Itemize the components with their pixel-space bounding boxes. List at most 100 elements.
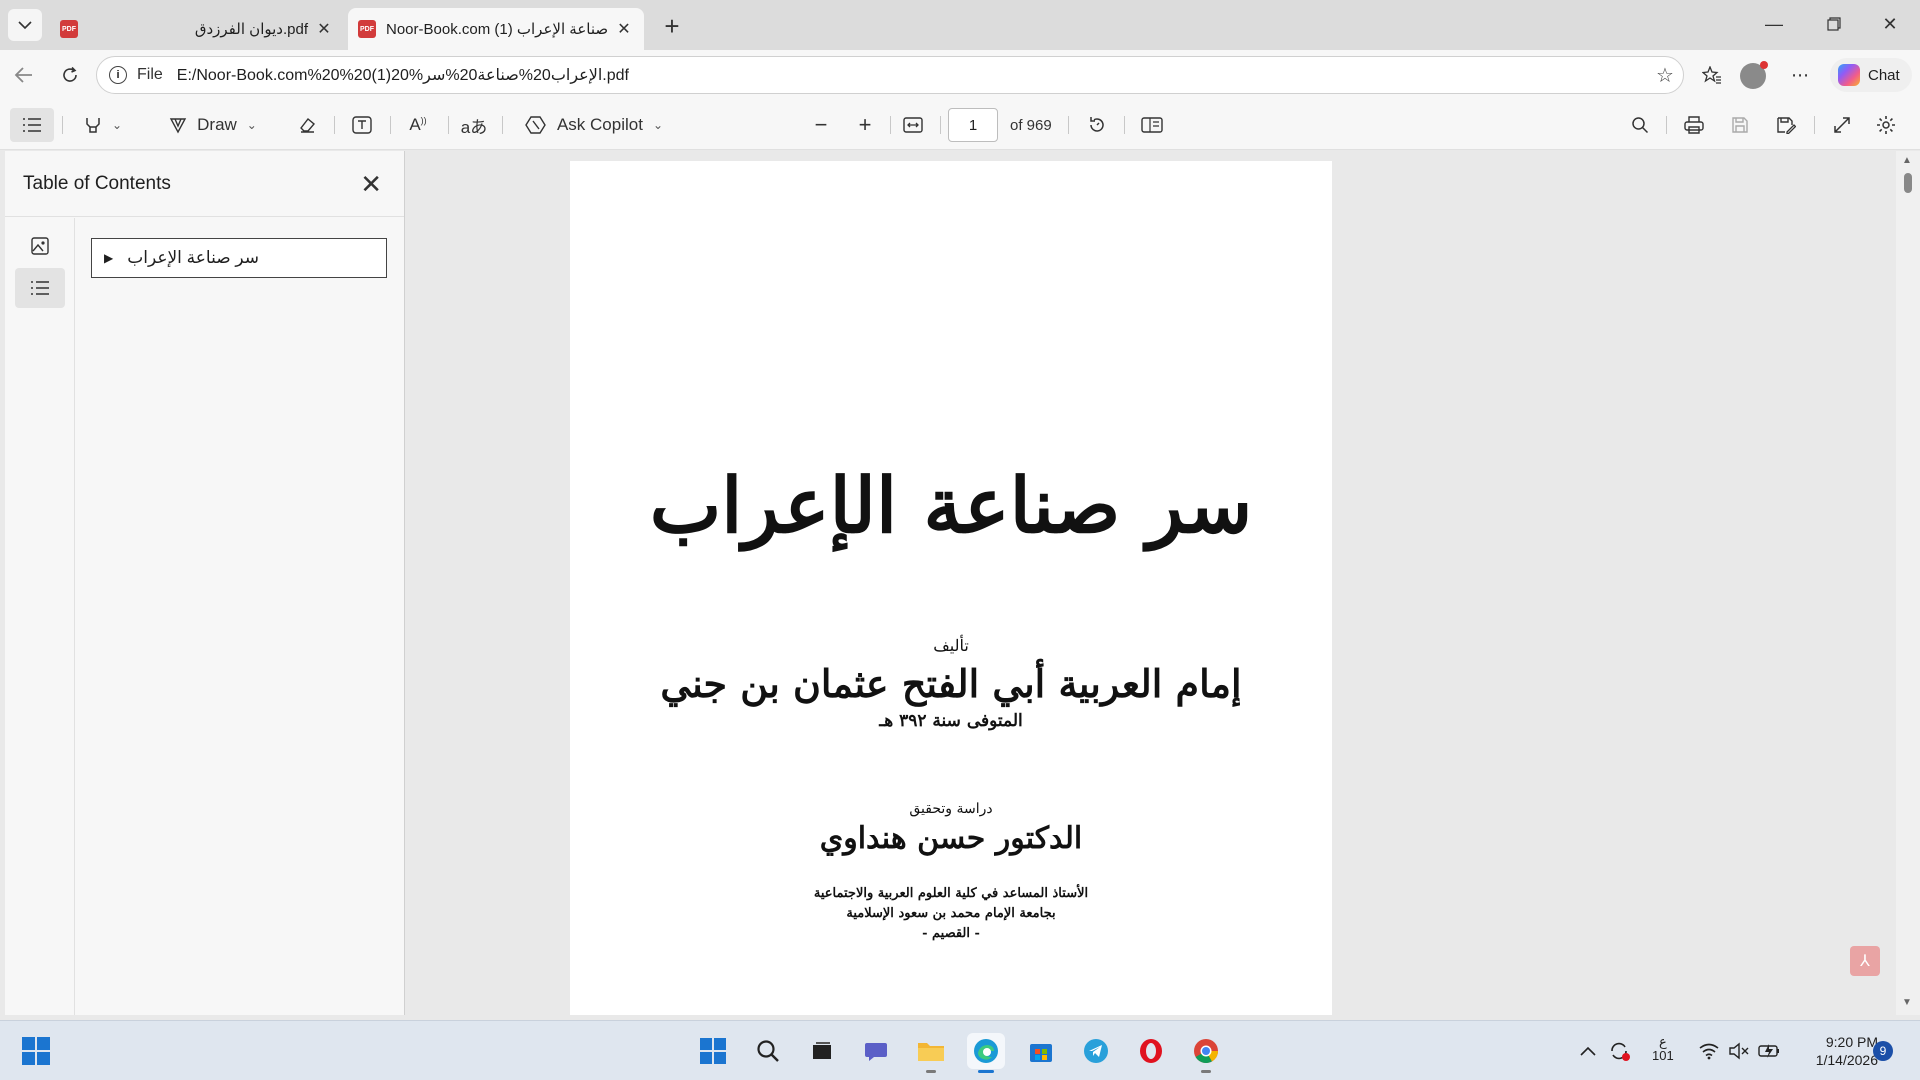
sync-status-icon[interactable]: [1608, 1033, 1632, 1069]
restore-button[interactable]: [1806, 6, 1862, 42]
translate-button[interactable]: aあ: [456, 108, 492, 142]
separator: [1068, 116, 1069, 134]
expand-icon: [1834, 117, 1850, 133]
affiliation-line-3: - القصيم -: [922, 926, 980, 941]
close-tab-icon[interactable]: ✕: [314, 19, 334, 39]
draw-button[interactable]: Draw ⌄: [156, 108, 270, 142]
minimize-button[interactable]: —: [1746, 6, 1802, 42]
file-explorer-icon[interactable]: [912, 1033, 950, 1073]
tab-title: Noor-Book.com (1) صناعة الإعراب: [386, 21, 609, 38]
adobe-acrobat-icon[interactable]: ⅄: [1850, 946, 1880, 976]
address-bar[interactable]: i File E:/Noor-Book.com%20%20(1)20%الإعر…: [96, 56, 1684, 94]
more-menu-button[interactable]: ⋯: [1782, 58, 1818, 92]
copilot-chat-button[interactable]: Chat: [1830, 58, 1912, 92]
temperature-label: 101: [1652, 1048, 1674, 1063]
highlight-button[interactable]: ⌄: [74, 108, 132, 142]
separator: [62, 116, 63, 134]
table-of-contents-button[interactable]: [10, 108, 54, 142]
toc-item[interactable]: ▶ سر صناعة الإعراب: [91, 238, 387, 278]
opera-browser-icon[interactable]: [1132, 1033, 1170, 1069]
separator: [390, 116, 391, 134]
separator: [334, 116, 335, 134]
toc-item-label: سر صناعة الإعراب: [127, 248, 259, 267]
expand-triangle-icon[interactable]: ▶: [104, 251, 113, 265]
favorites-button[interactable]: [1694, 58, 1730, 92]
telegram-icon[interactable]: [1077, 1033, 1115, 1069]
windows-start-button[interactable]: [22, 1037, 50, 1065]
print-button[interactable]: [1676, 108, 1712, 142]
notification-dot: [1760, 61, 1768, 69]
new-tab-button[interactable]: +: [656, 11, 688, 41]
table-of-contents-panel: Table of Contents ✕ ▶ سر صناعة الإعراب: [5, 151, 405, 1015]
info-icon[interactable]: i: [109, 66, 127, 84]
tab-noor-book[interactable]: PDF Noor-Book.com (1) صناعة الإعراب ✕: [348, 8, 644, 50]
read-aloud-button[interactable]: A)): [400, 108, 436, 142]
rotate-button[interactable]: [1080, 108, 1114, 142]
author-name: إمام العربية أبي الفتح عثمان بن جني: [660, 661, 1242, 706]
back-button[interactable]: [6, 58, 42, 92]
show-hidden-icons-button[interactable]: [1580, 1033, 1596, 1069]
study-label: دراسة وتحقيق: [909, 801, 993, 817]
ask-copilot-button[interactable]: Ask Copilot ⌄: [516, 108, 672, 142]
chrome-glyph: [1194, 1039, 1218, 1064]
system-clock[interactable]: 9:20 PM 1/14/2026: [1798, 1033, 1878, 1069]
page-view-button[interactable]: [1134, 108, 1170, 142]
settings-button[interactable]: [1868, 108, 1904, 142]
separator: [502, 116, 503, 134]
by-label: تأليف: [933, 636, 969, 655]
tab-diwan[interactable]: PDF ديوان الفرزدق.pdf ✕: [50, 8, 344, 50]
edge-browser-icon[interactable]: [967, 1033, 1005, 1073]
fullscreen-button[interactable]: [1824, 108, 1860, 142]
microsoft-store-icon[interactable]: [1022, 1033, 1060, 1069]
scroll-up-arrow-icon[interactable]: ▲: [1902, 155, 1912, 166]
favorites-icon: [1702, 66, 1721, 84]
chrome-browser-icon[interactable]: [1187, 1033, 1225, 1073]
separator: [448, 116, 449, 134]
scrollbar-thumb[interactable]: [1904, 173, 1912, 193]
wifi-icon[interactable]: [1698, 1033, 1720, 1069]
panel-header: Table of Contents ✕: [5, 151, 404, 217]
notification-badge[interactable]: 9: [1873, 1041, 1893, 1061]
profile-avatar[interactable]: [1740, 61, 1768, 89]
language-indicator[interactable]: ع 101: [1652, 1035, 1674, 1071]
refresh-button[interactable]: [52, 58, 88, 92]
url-scheme: File: [137, 66, 163, 83]
teams-chat-icon[interactable]: [858, 1033, 896, 1069]
task-view-icon[interactable]: [803, 1033, 841, 1069]
outline-tab[interactable]: [15, 268, 65, 308]
document-viewer[interactable]: سر صناعة الإعراب تأليف إمام العربية أبي …: [406, 151, 1896, 1015]
refresh-icon: [63, 66, 77, 82]
pdf-toolbar: ⌄ Draw ⌄ A)) aあ Ask Copilot ⌄ − + 1 of 9…: [0, 100, 1920, 150]
editor-name: الدكتور حسن هنداوي: [819, 821, 1083, 856]
panel-rail: [5, 218, 75, 1015]
save-button[interactable]: [1722, 108, 1758, 142]
zoom-in-button[interactable]: +: [848, 108, 882, 142]
affiliation-line-1: الأستاذ المساعد في كلية العلوم العربية و…: [813, 886, 1089, 901]
cover-page: سر صناعة الإعراب تأليف إمام العربية أبي …: [570, 161, 1332, 1015]
close-tab-icon[interactable]: ✕: [614, 19, 634, 39]
fit-to-width-button[interactable]: [896, 108, 930, 142]
thumbnails-tab[interactable]: [15, 226, 65, 266]
favorite-star-icon[interactable]: ☆: [1647, 63, 1683, 88]
page-view-icon: [1141, 117, 1163, 133]
taskbar-start-icon[interactable]: [694, 1033, 732, 1069]
close-window-button[interactable]: ✕: [1862, 6, 1918, 42]
zoom-out-button[interactable]: −: [804, 108, 838, 142]
tab-actions-menu-button[interactable]: [8, 9, 42, 41]
search-button[interactable]: [1622, 108, 1658, 142]
battery-icon[interactable]: [1758, 1033, 1782, 1069]
scroll-down-arrow-icon[interactable]: ▼: [1902, 997, 1912, 1008]
printer-icon: [1684, 116, 1704, 134]
taskbar-search-icon[interactable]: [749, 1033, 787, 1069]
vertical-scrollbar[interactable]: ▲ ▼: [1896, 151, 1920, 1015]
restore-icon: [1827, 17, 1841, 31]
page-number-input[interactable]: 1: [948, 108, 998, 142]
text-box-icon: [352, 116, 372, 134]
save-as-button[interactable]: [1768, 108, 1804, 142]
fit-width-icon: [903, 117, 923, 133]
eraser-button[interactable]: [290, 108, 324, 142]
save-icon: [1732, 117, 1748, 133]
add-text-button[interactable]: [344, 108, 380, 142]
volume-muted-icon[interactable]: [1728, 1033, 1750, 1069]
close-panel-icon[interactable]: ✕: [360, 169, 382, 200]
